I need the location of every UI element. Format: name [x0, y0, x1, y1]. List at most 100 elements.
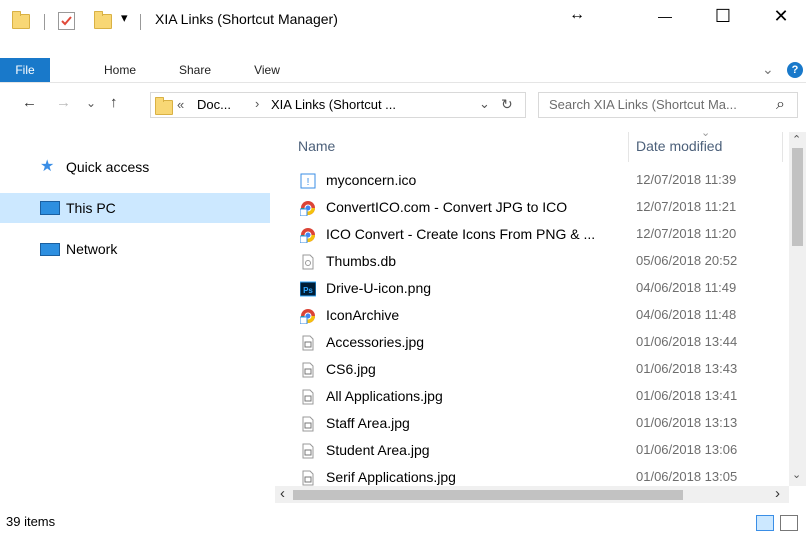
chrome-shortcut-icon [299, 200, 316, 217]
resize-cursor-icon: ↔ [569, 6, 585, 23]
details-view-icon[interactable] [756, 515, 774, 531]
search-input[interactable]: Search XIA Links (Shortcut Ma... [549, 97, 737, 112]
file-name: All Applications.jpg [326, 388, 443, 404]
table-row[interactable]: ! myconcern.ico 12/07/2018 11:39 [290, 168, 788, 195]
tab-file[interactable]: File [0, 58, 50, 82]
file-date-modified: 01/06/2018 13:06 [636, 442, 738, 457]
table-row[interactable]: All Applications.jpg 01/06/2018 13:41 [290, 384, 788, 411]
scroll-down-icon[interactable]: ⌄ [792, 468, 801, 481]
column-header-name[interactable]: Name [298, 138, 335, 154]
help-icon[interactable]: ? [787, 62, 803, 78]
table-row[interactable]: Student Area.jpg 01/06/2018 13:06 [290, 438, 788, 465]
image-file-icon [300, 335, 316, 351]
image-file-icon [300, 416, 316, 432]
maximize-button[interactable]: ☐ [700, 0, 746, 32]
file-date-modified: 12/07/2018 11:20 [636, 226, 737, 241]
new-folder-icon[interactable] [94, 11, 112, 29]
chrome-shortcut-icon [299, 227, 316, 244]
column-header-date-modified[interactable]: Date modified [636, 138, 722, 154]
tab-home[interactable]: Home [95, 58, 145, 82]
photoshop-file-icon: Ps [299, 281, 317, 297]
item-count: 39 items [6, 514, 56, 529]
navigation-pane: ★ Quick access This PC Network [0, 132, 270, 512]
address-bar[interactable]: « Doc... › XIA Links (Shortcut ... ⌄ ↻ [150, 92, 526, 118]
file-date-modified: 01/06/2018 13:41 [636, 388, 738, 403]
ribbon-tabs: File Home Share View ⌄ ? [0, 58, 806, 83]
file-date-modified: 01/06/2018 13:44 [636, 334, 738, 349]
qat-separator [44, 14, 45, 30]
file-date-modified: 01/06/2018 13:05 [636, 469, 738, 484]
scroll-up-icon[interactable]: ⌃ [792, 133, 801, 146]
scroll-right-icon[interactable]: › [775, 485, 780, 502]
star-icon: ★ [40, 158, 55, 175]
file-date-modified: 05/06/2018 20:52 [636, 253, 738, 268]
maximize-icon: ☐ [714, 5, 732, 26]
column-divider[interactable] [628, 132, 629, 162]
column-divider[interactable] [782, 132, 783, 162]
sidebar-item-this-pc[interactable]: This PC [0, 193, 270, 223]
db-file-icon [300, 254, 316, 270]
sidebar-item-label: Network [66, 241, 118, 257]
table-row[interactable]: CS6.jpg 01/06/2018 13:43 [290, 357, 788, 384]
breadcrumb-item[interactable]: XIA Links (Shortcut ... [271, 97, 396, 112]
minimize-button[interactable]: — [642, 0, 688, 32]
search-icon[interactable]: ⌕ [776, 96, 785, 114]
scroll-left-icon[interactable]: ‹ [280, 485, 285, 502]
recent-locations-icon[interactable]: ⌄ [86, 96, 96, 110]
file-date-modified: 12/07/2018 11:39 [636, 172, 737, 187]
title-bar: ▾ XIA Links (Shortcut Manager) ↔ — ☐ ✕ [0, 0, 806, 58]
breadcrumb-item[interactable]: Doc... [197, 97, 231, 112]
table-row[interactable]: Staff Area.jpg 01/06/2018 13:13 [290, 411, 788, 438]
file-name: CS6.jpg [326, 361, 376, 377]
qat-dropdown-icon[interactable]: ▾ [121, 10, 128, 26]
image-file-icon [300, 470, 316, 486]
file-name: Accessories.jpg [326, 334, 425, 350]
vertical-scroll-thumb[interactable] [792, 148, 803, 246]
file-name: IconArchive [326, 307, 400, 323]
sidebar-item-label: This PC [66, 200, 116, 216]
file-date-modified: 01/06/2018 13:13 [636, 415, 738, 430]
minimize-icon: — [658, 8, 672, 24]
breadcrumb-separator[interactable]: › [255, 96, 259, 111]
table-row[interactable]: Accessories.jpg 01/06/2018 13:44 [290, 330, 788, 357]
computer-icon [40, 201, 60, 215]
table-row[interactable]: IconArchive 04/06/2018 11:48 [290, 303, 788, 330]
file-name: Student Area.jpg [326, 442, 430, 458]
address-dropdown-icon[interactable]: ⌄ [479, 96, 490, 112]
large-icons-view-icon[interactable] [780, 515, 798, 531]
sidebar-item-label: Quick access [66, 159, 150, 175]
horizontal-scroll-thumb[interactable] [293, 490, 683, 500]
folder-icon[interactable] [12, 11, 30, 29]
file-date-modified: 04/06/2018 11:48 [636, 307, 737, 322]
breadcrumb-overflow[interactable]: « [177, 97, 184, 112]
table-row[interactable]: Ps Drive-U-icon.png 04/06/2018 11:49 [290, 276, 788, 303]
table-row[interactable]: ICO Convert - Create Icons From PNG & ..… [290, 222, 788, 249]
network-icon [40, 243, 60, 256]
file-date-modified: 12/07/2018 11:21 [636, 199, 737, 214]
image-file-icon [300, 362, 316, 378]
tab-view[interactable]: View [242, 58, 292, 82]
up-arrow-icon[interactable]: ↑ [110, 94, 118, 111]
ico-file-icon: ! [300, 173, 316, 189]
image-file-icon [300, 443, 316, 459]
table-row[interactable]: ConvertICO.com - Convert JPG to ICO 12/07… [290, 195, 788, 222]
refresh-icon[interactable]: ↻ [501, 96, 513, 113]
back-arrow-icon[interactable]: ← [22, 94, 37, 111]
file-date-modified: 04/06/2018 11:49 [636, 280, 737, 295]
file-name: myconcern.ico [326, 172, 417, 188]
table-row[interactable]: Thumbs.db 05/06/2018 20:52 [290, 249, 788, 276]
file-date-modified: 01/06/2018 13:43 [636, 361, 738, 376]
properties-check-icon[interactable] [58, 12, 75, 30]
forward-arrow-icon[interactable]: → [56, 94, 71, 111]
chrome-shortcut-icon [299, 308, 316, 325]
file-name: ConvertICO.com - Convert JPG to ICO [326, 199, 568, 215]
file-name: Thumbs.db [326, 253, 397, 269]
tab-share[interactable]: Share [170, 58, 220, 82]
sidebar-item-network[interactable]: Network [28, 234, 270, 264]
sidebar-item-quick-access[interactable]: ★ Quick access [28, 152, 270, 182]
ribbon-collapse-icon[interactable]: ⌄ [762, 61, 774, 78]
window-title: XIA Links (Shortcut Manager) [155, 11, 338, 27]
file-name: ICO Convert - Create Icons From PNG & ..… [326, 226, 596, 242]
qat-separator [140, 14, 141, 30]
close-button[interactable]: ✕ [758, 0, 804, 32]
